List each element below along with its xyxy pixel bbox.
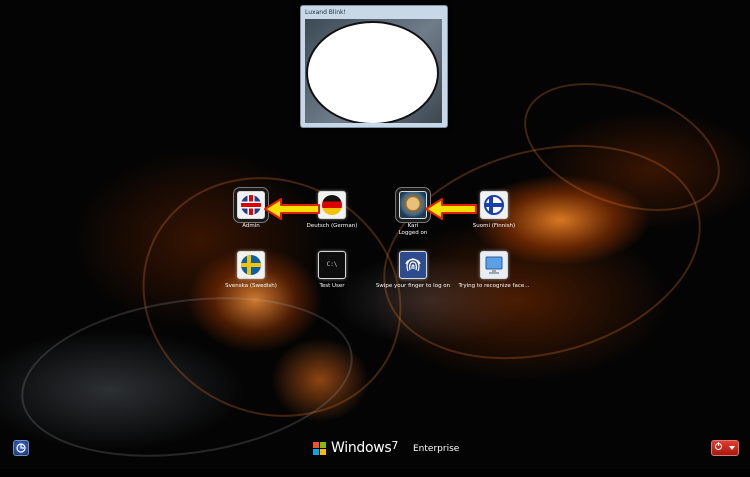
face-recognition-window: Luxand Blink! [300,5,448,128]
tile-status: Logged on [398,230,428,236]
tile-label: Svenska (Swedish) [225,283,277,289]
tile-label: Swipe your finger to log on [375,283,451,289]
camera-preview [305,19,442,123]
brand-edition: Enterprise [413,444,460,454]
command-prompt-icon: C:\ [318,251,346,279]
annotation-arrow-right [425,198,477,220]
tile-label: Admin [242,223,260,229]
tile-label: Trying to recognize face... [458,283,530,289]
brand-version: 7 [391,439,399,452]
window-title: Luxand Blink! [305,9,346,16]
tile-label: Suomi (Finnish) [472,223,516,229]
user-avatar-icon [399,191,427,219]
swedish-flag-icon [237,251,265,279]
uk-flag-icon [237,191,265,219]
user-tile-test-user[interactable]: C:\ Test User [292,251,372,290]
brand-name-text: Windows [331,440,392,456]
finnish-flag-icon [480,191,508,219]
tile-label: Deutsch (German) [306,223,358,229]
fingerprint-logon-tile[interactable]: Swipe your finger to log on [373,251,453,290]
fingerprint-icon [399,251,427,279]
power-icon [715,442,722,450]
annotation-arrow-left [264,198,320,220]
german-flag-icon [318,191,346,219]
tile-label: Kari [407,223,419,229]
chevron-down-icon[interactable] [729,446,735,450]
computer-monitor-icon [480,251,508,279]
ease-of-access-icon [16,443,26,453]
shutdown-button[interactable] [711,440,739,456]
ease-of-access-button[interactable] [13,440,29,456]
face-recognition-tile[interactable]: Trying to recognize face... [454,251,534,290]
brand-name: Windows7 [331,439,399,456]
user-tile-swedish[interactable]: Svenska (Swedish) [211,251,291,290]
face-redaction-oval [306,21,439,123]
tile-label: Test User [319,283,345,289]
windows-logo-icon [313,442,327,456]
